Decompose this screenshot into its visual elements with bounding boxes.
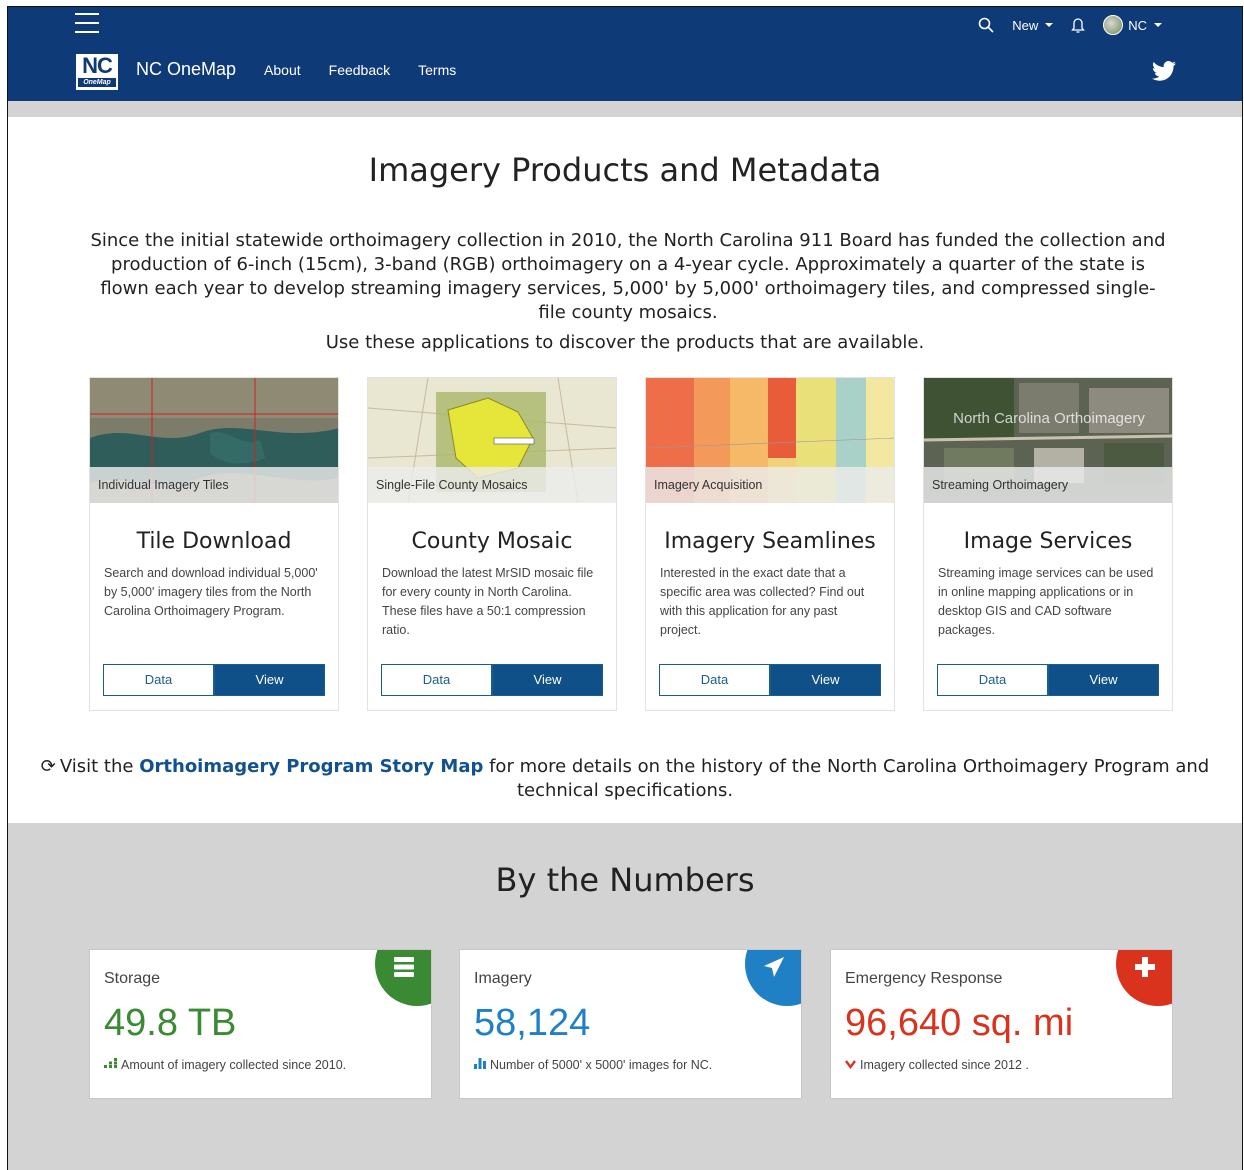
by-the-numbers-section: By the Numbers Storage 49.8 TB Amount of… xyxy=(8,823,1242,1170)
card-imagery-seamlines: Imagery Acquisition Imagery Seamlines In… xyxy=(645,377,895,711)
logo-subtext: OneMap xyxy=(78,78,116,87)
brand-title[interactable]: NC OneMap xyxy=(136,59,236,80)
imagery-seamlines-thumbnail[interactable]: Imagery Acquisition xyxy=(646,378,894,503)
data-button[interactable]: Data xyxy=(659,664,770,696)
grid-icon xyxy=(104,1058,117,1072)
new-label: New xyxy=(1012,17,1039,33)
product-cards: Individual Imagery Tiles Tile Download S… xyxy=(89,377,1174,711)
header-bar: New NC NC OneMap NC OneMap About Feedbac… xyxy=(8,7,1242,101)
card-title: Tile Download xyxy=(136,529,292,554)
stat-value: 96,640 sq. mi xyxy=(845,1002,1074,1044)
stat-imagery: Imagery 58,124 Number of 5000' x 5000' i… xyxy=(459,949,802,1099)
stat-label: Storage xyxy=(104,970,161,987)
card-image-services: North Carolina Orthoimagery Streaming Or… xyxy=(923,377,1173,711)
stat-label: Emergency Response xyxy=(845,970,1003,987)
card-caption: Imagery Acquisition xyxy=(646,467,894,503)
card-title: Image Services xyxy=(963,529,1133,554)
card-description: Interested in the exact date that a spec… xyxy=(660,566,865,637)
header-utilities: New NC xyxy=(978,15,1162,35)
nav-about[interactable]: About xyxy=(264,62,301,78)
card-title: Imagery Seamlines xyxy=(664,529,876,554)
chevron-down-icon xyxy=(845,1058,856,1072)
intro-paragraph: Since the initial statewide orthoimagery… xyxy=(90,230,1166,323)
user-menu[interactable]: NC xyxy=(1103,15,1162,35)
nav-feedback[interactable]: Feedback xyxy=(329,62,390,78)
card-buttons: Data View xyxy=(103,664,325,696)
card-buttons: Data View xyxy=(659,664,881,696)
page-title: Imagery Products and Metadata xyxy=(368,151,882,189)
story-map-icon: ⟳ xyxy=(40,756,56,777)
header-divider xyxy=(8,101,1242,117)
logo-text: NC xyxy=(82,53,113,78)
card-description: Download the latest MrSID mosaic file fo… xyxy=(382,566,594,637)
stat-description-text: Imagery collected since 2012 . xyxy=(860,1058,1029,1072)
chevron-down-icon xyxy=(1045,23,1054,27)
stat-value: 58,124 xyxy=(474,1002,591,1044)
story-map-link[interactable]: Orthoimagery Program Story Map xyxy=(139,756,483,777)
card-caption: Single-File County Mosaics xyxy=(368,467,616,503)
nav-terms[interactable]: Terms xyxy=(418,62,456,78)
main-nav: NC OneMap About Feedback Terms xyxy=(136,59,456,80)
plus-icon xyxy=(1116,950,1172,1006)
stat-label: Imagery xyxy=(474,970,532,987)
page-frame: New NC NC OneMap NC OneMap About Feedbac… xyxy=(7,6,1243,1170)
data-button[interactable]: Data xyxy=(937,664,1048,696)
image-services-thumbnail[interactable]: North Carolina Orthoimagery Streaming Or… xyxy=(924,378,1172,503)
card-buttons: Data View xyxy=(381,664,603,696)
card-tile-download: Individual Imagery Tiles Tile Download S… xyxy=(89,377,339,711)
stat-description: Amount of imagery collected since 2010. xyxy=(104,1058,346,1072)
tile-download-thumbnail[interactable]: Individual Imagery Tiles xyxy=(90,378,338,503)
stat-description-text: Amount of imagery collected since 2010. xyxy=(121,1058,347,1072)
avatar xyxy=(1103,15,1124,35)
image-overlay-text: North Carolina Orthoimagery xyxy=(953,410,1145,427)
card-buttons: Data View xyxy=(937,664,1159,696)
card-description: Search and download individual 5,000' by… xyxy=(104,566,318,618)
nc-onemap-logo[interactable]: NC OneMap xyxy=(76,54,118,90)
view-button[interactable]: View xyxy=(770,664,881,696)
story-prefix: Visit the xyxy=(59,756,134,777)
card-caption: Individual Imagery Tiles xyxy=(90,467,338,503)
menu-icon[interactable] xyxy=(75,13,99,35)
search-icon[interactable] xyxy=(978,17,994,33)
card-caption: Streaming Orthoimagery xyxy=(924,467,1172,503)
chevron-down-icon xyxy=(1154,23,1162,27)
story-suffix: for more details on the history of the N… xyxy=(489,756,1210,801)
user-label: NC xyxy=(1128,17,1147,33)
stat-description-text: Number of 5000' x 5000' images for NC. xyxy=(490,1058,713,1072)
server-icon xyxy=(375,950,431,1006)
view-button[interactable]: View xyxy=(214,664,325,696)
paper-plane-icon xyxy=(745,950,801,1006)
view-button[interactable]: View xyxy=(492,664,603,696)
new-dropdown[interactable]: New xyxy=(1012,17,1054,33)
data-button[interactable]: Data xyxy=(381,664,492,696)
story-map-note: ⟳ Visit the Orthoimagery Program Story Ma… xyxy=(8,755,1242,803)
card-county-mosaic: Single-File County Mosaics County Mosaic… xyxy=(367,377,617,711)
stat-storage: Storage 49.8 TB Amount of imagery collec… xyxy=(89,949,432,1099)
notifications-bell-icon[interactable] xyxy=(1071,17,1086,33)
stat-value: 49.8 TB xyxy=(104,1002,237,1044)
stat-description: Imagery collected since 2012 . xyxy=(845,1058,1029,1072)
bar-chart-icon xyxy=(474,1058,486,1072)
data-button[interactable]: Data xyxy=(103,664,214,696)
section-title: By the Numbers xyxy=(495,861,755,899)
stat-emergency-response: Emergency Response 96,640 sq. mi Imagery… xyxy=(830,949,1173,1099)
intro-subtitle: Use these applications to discover the p… xyxy=(325,332,925,353)
stat-description: Number of 5000' x 5000' images for NC. xyxy=(474,1058,712,1072)
card-title: County Mosaic xyxy=(411,529,573,554)
county-mosaic-thumbnail[interactable]: Single-File County Mosaics xyxy=(368,378,616,503)
twitter-icon[interactable] xyxy=(1152,61,1176,83)
card-description: Streaming image services can be used in … xyxy=(938,566,1154,637)
view-button[interactable]: View xyxy=(1048,664,1159,696)
